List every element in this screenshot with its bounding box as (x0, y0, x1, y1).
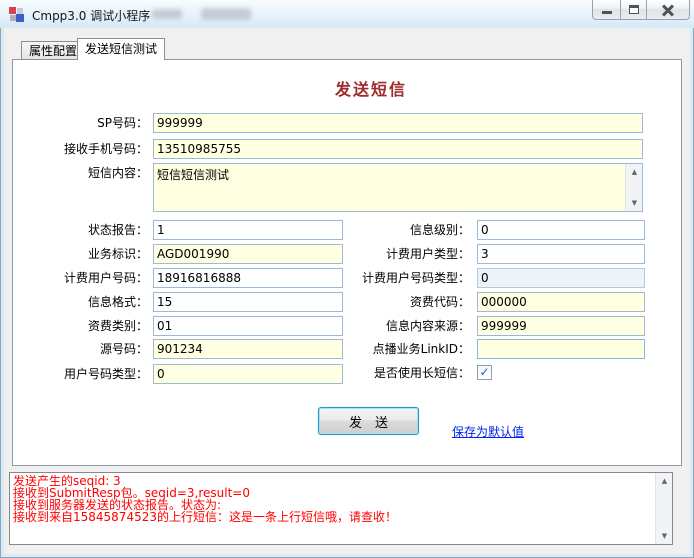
log-scrollbar[interactable]: ▲ ▼ (655, 473, 672, 544)
form-title: 发送短信 (334, 80, 407, 99)
fee-number-type-label: 计费用户号码类型： (361, 271, 470, 285)
tab-property-config[interactable]: 属性配置 (21, 41, 86, 60)
recipient-phone-label: 接收手机号码： (63, 142, 148, 156)
msg-src-label: 信息内容来源： (385, 319, 470, 333)
window-controls (592, 0, 690, 20)
close-button[interactable] (647, 0, 690, 20)
maximize-icon (628, 5, 639, 14)
log-line: 接收到来自15845874523的上行短信：这是一条上行短信哦，请查收！ (13, 510, 397, 523)
msg-level-input[interactable] (477, 220, 645, 240)
close-icon (661, 3, 675, 17)
fee-user-type-label: 计费用户类型： (385, 247, 470, 261)
redacted-smudge (201, 8, 251, 20)
maximize-button[interactable] (620, 0, 647, 20)
fee-number-type-input[interactable] (477, 268, 645, 288)
sp-number-input[interactable] (153, 113, 643, 133)
scroll-up-icon[interactable]: ▲ (656, 473, 673, 489)
status-report-label: 状态报告： (87, 223, 148, 237)
sms-content-field: 短信短信测试 ▲ ▼ (153, 163, 643, 212)
sms-content-input[interactable]: 短信短信测试 (154, 164, 625, 211)
app-window: Cmpp3.0 调试小程序 属性配置 发送短信测试 发送短信 SP号码： 接收手… (0, 0, 694, 558)
fee-number-label: 计费用户号码： (63, 271, 148, 285)
window-title: Cmpp3.0 调试小程序 (32, 9, 151, 23)
sp-number-label: SP号码： (97, 116, 148, 130)
tab-send-sms-test[interactable]: 发送短信测试 (77, 38, 166, 60)
save-as-default-link[interactable]: 保存为默认值 (452, 423, 524, 440)
msg-src-input[interactable] (477, 316, 645, 336)
fee-code-label: 资费代码： (409, 295, 470, 309)
scroll-down-icon[interactable]: ▼ (626, 195, 643, 211)
src-number-label: 源号码： (99, 342, 148, 356)
fee-user-type-input[interactable] (477, 244, 645, 264)
log-lines: 发送产生的seqid: 3 接收到SubmitResp包。seqid=3,res… (13, 475, 652, 523)
sms-content-label: 短信内容： (87, 166, 148, 180)
msg-format-label: 信息格式： (87, 295, 148, 309)
scroll-up-icon[interactable]: ▲ (626, 164, 643, 180)
minimize-button[interactable] (592, 0, 620, 20)
link-id-label: 点播业务LinkID： (372, 342, 470, 356)
titlebar[interactable]: Cmpp3.0 调试小程序 (0, 0, 694, 28)
msg-level-label: 信息级别： (409, 223, 470, 237)
fee-code-input[interactable] (477, 292, 645, 312)
check-icon: ✓ (479, 365, 490, 379)
app-icon (9, 7, 25, 23)
fee-type-label: 资费类别： (87, 319, 148, 333)
long-sms-checkbox[interactable]: ✓ (477, 365, 492, 380)
long-sms-label: 是否使用长短信： (373, 366, 470, 380)
service-id-label: 业务标识： (87, 247, 148, 261)
log-box[interactable]: 发送产生的seqid: 3 接收到SubmitResp包。seqid=3,res… (9, 472, 673, 545)
redacted-smudge (152, 9, 182, 19)
minimize-icon (601, 11, 612, 14)
content-scrollbar[interactable]: ▲ ▼ (625, 164, 642, 211)
link-id-input[interactable] (477, 339, 645, 359)
send-button[interactable]: 发 送 (318, 407, 419, 435)
user-number-type-label: 用户号码类型： (63, 367, 148, 381)
recipient-phone-input[interactable] (153, 139, 643, 159)
scroll-down-icon[interactable]: ▼ (656, 528, 673, 544)
